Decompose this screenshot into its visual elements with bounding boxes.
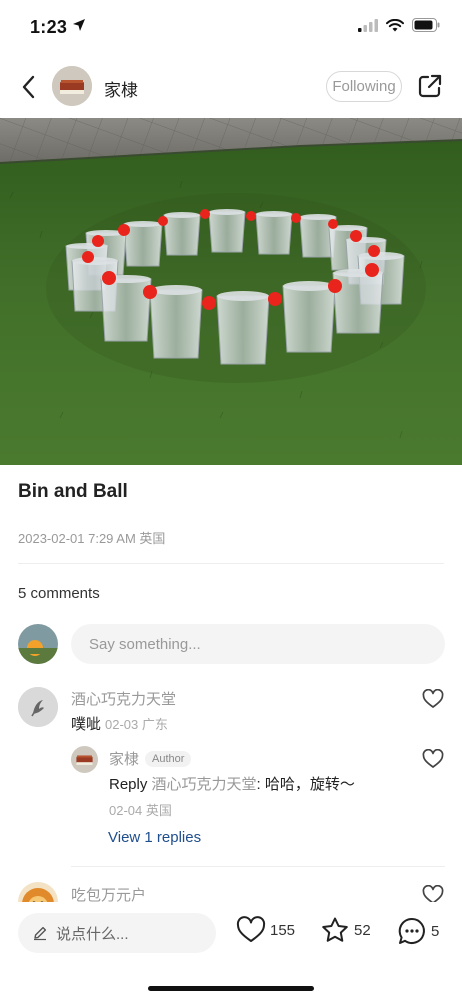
home-indicator <box>148 986 314 991</box>
comment-date: 02-03 广东 <box>105 717 168 732</box>
comment-button[interactable]: 5 <box>397 916 439 946</box>
battery-icon <box>412 18 440 37</box>
comment-like-button[interactable] <box>422 688 444 709</box>
back-chevron-icon <box>22 75 35 99</box>
pencil-icon <box>34 926 47 941</box>
bottom-input-placeholder: 说点什么... <box>56 925 129 943</box>
commenter-avatar[interactable] <box>18 687 58 727</box>
top-nav: 家棣 Following <box>0 56 462 118</box>
like-count: 155 <box>270 921 296 939</box>
bottom-comment-input[interactable]: 说点什么... <box>18 913 216 953</box>
status-icons <box>358 18 440 37</box>
divider <box>18 563 444 564</box>
share-icon <box>418 74 442 98</box>
post-meta: 2023-02-01 7:29 AM 英国 <box>18 531 166 546</box>
favorite-count: 52 <box>354 921 371 939</box>
heart-icon <box>236 916 266 942</box>
bottom-action-bar: 说点什么... 155 52 5 <box>0 902 462 1000</box>
reply-author-line: 家棣 Author <box>109 748 192 769</box>
status-bar: 1:23 <box>0 0 462 56</box>
following-button[interactable]: Following <box>326 71 402 102</box>
reply-body: : 哈哈，旋转～ <box>256 776 355 793</box>
comments-count: 5 comments <box>18 585 100 602</box>
star-icon <box>322 917 348 942</box>
reply-like-button[interactable] <box>422 748 444 769</box>
reply-date-row: 02-04 英国 <box>109 800 172 819</box>
status-time: 1:23 <box>30 17 68 37</box>
post-title: Bin and Ball <box>18 481 128 502</box>
share-button[interactable] <box>416 72 444 100</box>
comment-input[interactable]: Say something... <box>71 624 445 664</box>
commenter-name[interactable]: 酒心巧克力天堂 <box>71 688 176 709</box>
view-replies-link[interactable]: View 1 replies <box>108 829 201 846</box>
location-arrow-icon <box>72 18 86 37</box>
reply-date: 02-04 英国 <box>109 803 172 818</box>
reply-author-name[interactable]: 家棣 <box>109 751 139 768</box>
comment-body: 噗呲 <box>71 716 102 733</box>
signal-icon <box>358 18 378 37</box>
heart-icon <box>422 688 444 708</box>
back-button[interactable] <box>14 70 42 104</box>
favorite-button[interactable]: 52 <box>320 916 371 944</box>
my-avatar <box>18 624 58 664</box>
comment-count: 5 <box>431 922 440 940</box>
comment-text: 噗呲 02-03 广东 <box>71 713 168 734</box>
reply-text: Reply 酒心巧克力天堂: 哈哈，旋转～ <box>109 773 355 794</box>
author-name[interactable]: 家棣 <box>104 76 138 101</box>
author-avatar[interactable] <box>52 66 92 106</box>
reply-avatar[interactable] <box>71 746 98 773</box>
author-badge: Author <box>145 751 192 767</box>
reply-prefix: Reply <box>109 776 148 793</box>
reply-to-name[interactable]: 酒心巧克力天堂 <box>152 776 257 793</box>
wifi-icon <box>386 18 404 37</box>
divider <box>71 866 445 867</box>
comment-bubble-icon <box>398 917 425 944</box>
heart-icon <box>422 748 444 768</box>
like-button[interactable]: 155 <box>236 916 295 944</box>
post-photo[interactable] <box>0 118 462 465</box>
